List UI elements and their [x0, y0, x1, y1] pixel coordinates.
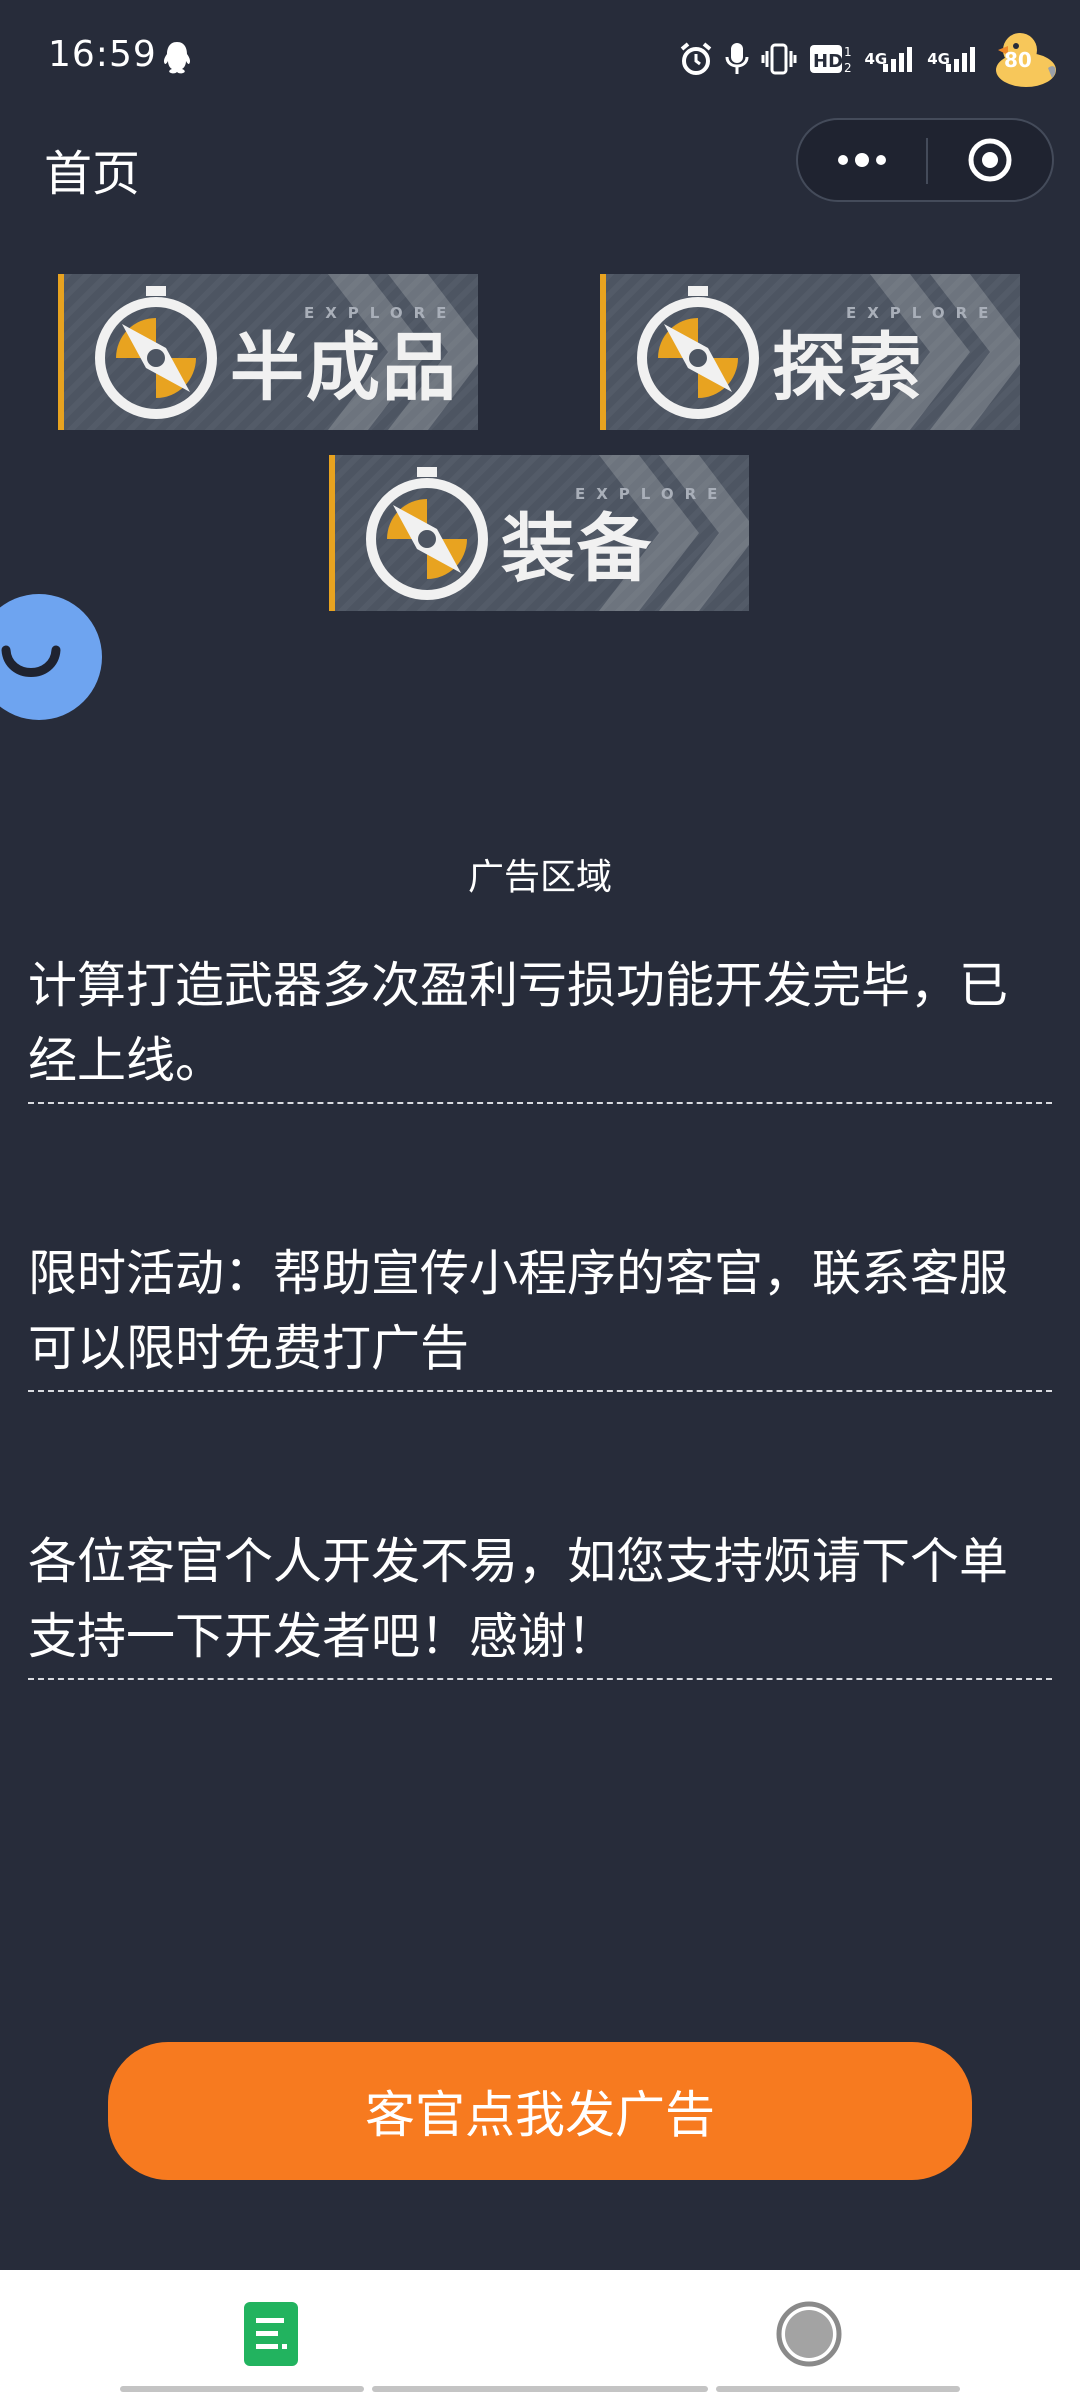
signal-icon: 4G [865, 44, 916, 74]
notice-item: 计算打造武器多次盈利亏损功能开发完毕，已经上线。 [28, 948, 1052, 1104]
banner-tag: EXPLORE [304, 304, 458, 322]
gesture-bar [120, 2386, 364, 2392]
tab-bar [0, 2270, 1080, 2400]
svg-text:HD: HD [813, 51, 843, 72]
compass-icon [366, 467, 488, 600]
qq-icon [160, 40, 194, 76]
profile-icon [776, 2301, 842, 2367]
compass-icon [637, 286, 759, 419]
vibrate-icon [761, 41, 797, 77]
gesture-bar [716, 2386, 960, 2392]
nav-bar: 首页 [0, 118, 1080, 206]
mic-icon [725, 41, 749, 77]
status-time: 16:59 [48, 34, 157, 75]
battery-duck-icon: 80 [990, 28, 1060, 90]
more-button[interactable] [798, 120, 926, 200]
tab-profile[interactable] [764, 2300, 854, 2378]
list-icon [244, 2302, 298, 2366]
status-bar: 16:59 HD 1 2 4G 4G 80 [0, 0, 1080, 118]
banner-tag: EXPLORE [846, 304, 1000, 322]
smile-icon [1, 645, 61, 677]
status-icons: HD 1 2 4G 4G 80 [679, 24, 1061, 94]
notice-item: 各位客官个人开发不易，如您支持烦请下个单支持一下开发者吧！感谢！ [28, 1524, 1052, 1680]
battery-level: 80 [1004, 48, 1032, 72]
page-title: 首页 [44, 146, 141, 202]
banner-tag: EXPLORE [575, 485, 729, 503]
gesture-bar [372, 2386, 708, 2392]
banner-label: 半成品 [230, 325, 458, 411]
signal-icon: 4G [927, 44, 978, 74]
ad-area-label: 广告区域 [467, 857, 612, 898]
alarm-icon [679, 41, 713, 77]
close-target-icon [968, 138, 1012, 182]
mini-program-capsule [796, 118, 1054, 202]
svg-text:1: 1 [844, 45, 852, 59]
svg-text:2: 2 [844, 61, 852, 75]
tab-home[interactable] [226, 2300, 316, 2378]
banner-label: 装备 [501, 506, 653, 592]
post-ad-button[interactable]: 客官点我发广告 [108, 2042, 972, 2180]
banner-explore[interactable]: EXPLORE 探索 [600, 274, 1020, 430]
banner-label: 探索 [772, 325, 924, 411]
notice-item: 限时活动：帮助宣传小程序的客官，联系客服可以限时免费打广告 [28, 1236, 1052, 1392]
hd-icon: HD 1 2 [809, 42, 853, 76]
banner-equipment[interactable]: EXPLORE 装备 [329, 455, 749, 611]
banner-semi-finished[interactable]: EXPLORE 半成品 [58, 274, 478, 430]
floating-assistant-button[interactable] [0, 594, 102, 720]
close-button[interactable] [928, 120, 1052, 200]
more-icon [838, 153, 886, 167]
compass-icon [95, 286, 217, 419]
